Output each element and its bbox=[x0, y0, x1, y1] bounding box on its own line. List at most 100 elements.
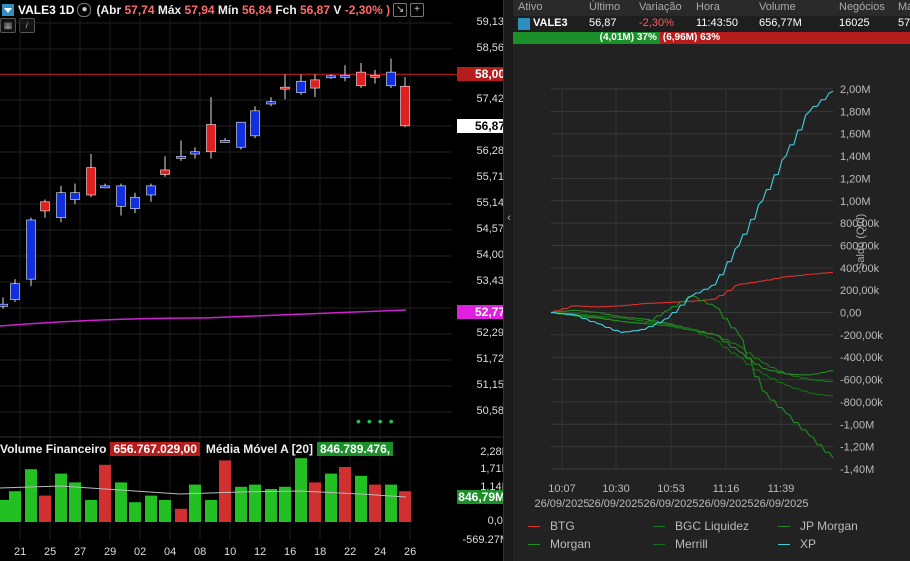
series-line-morgan bbox=[550, 295, 834, 459]
volume-bar bbox=[175, 508, 187, 522]
candle-body bbox=[26, 219, 36, 280]
legend-swatch bbox=[528, 543, 540, 545]
legend-swatch bbox=[653, 525, 665, 527]
y-tick: -1,20M bbox=[840, 442, 874, 454]
chart-symbol[interactable]: VALE3 1D bbox=[18, 3, 74, 17]
date-tick: 04 bbox=[164, 546, 177, 558]
level-price-label: 58,00 bbox=[457, 67, 509, 82]
abr-value: 57,74 bbox=[124, 3, 155, 17]
legend-label: XP bbox=[800, 537, 817, 551]
volume-bar bbox=[9, 491, 21, 522]
var-value: -2,30% ) bbox=[344, 3, 391, 17]
candle-body bbox=[310, 79, 320, 89]
settings-icon[interactable]: ● bbox=[77, 3, 92, 17]
collapse-chevron-icon[interactable]: ‹ bbox=[505, 210, 513, 226]
volume-bar bbox=[205, 500, 217, 522]
series-line-merrill bbox=[550, 311, 834, 397]
price-tick: 50,58 bbox=[476, 405, 504, 417]
var-label: V bbox=[333, 3, 342, 17]
date-tick: 10 bbox=[224, 546, 237, 558]
chart-toolbar: ▦ / bbox=[0, 18, 38, 33]
candle-body bbox=[190, 151, 200, 155]
candle-body bbox=[356, 71, 366, 87]
price-tick: 52,29 bbox=[476, 327, 504, 339]
volume-bar bbox=[309, 482, 321, 522]
volume-ma-value: 846.789.476, bbox=[317, 442, 394, 456]
price-tick: 51,72 bbox=[476, 353, 504, 365]
legend-swatch bbox=[528, 525, 540, 527]
y-tick: 1,80M bbox=[840, 106, 871, 118]
candle-body bbox=[250, 110, 260, 137]
legend-item[interactable]: BGC Liquidez bbox=[653, 519, 749, 533]
add-icon[interactable]: + bbox=[410, 3, 425, 17]
volume-bar bbox=[295, 458, 307, 522]
volume-value: 656.767.029,00 bbox=[110, 442, 200, 456]
price-tick: 51,15 bbox=[476, 379, 504, 391]
broker-balance-chart: 2,00M1,80M1,60M1,40M1,20M1,00M800,00k600… bbox=[534, 84, 883, 510]
max-value: 57,94 bbox=[184, 3, 215, 17]
volume-bar bbox=[85, 500, 97, 522]
legend-label: JP Morgan bbox=[800, 519, 858, 533]
candle-body bbox=[10, 283, 20, 300]
price-tick: 53,43 bbox=[476, 275, 504, 287]
volume-tick: -569.27M bbox=[462, 534, 509, 546]
legend-item[interactable]: BTG bbox=[528, 519, 575, 533]
volume-bar bbox=[279, 486, 291, 522]
candle-body bbox=[236, 121, 246, 148]
minimize-icon[interactable]: ↘ bbox=[393, 3, 408, 17]
legend-swatch bbox=[778, 525, 790, 527]
y-tick: 1,20M bbox=[840, 173, 871, 185]
price-chart bbox=[0, 18, 513, 540]
min-value: 56,84 bbox=[241, 3, 272, 17]
y-tick: 1,60M bbox=[840, 129, 871, 141]
series-line-bgc-liquidez bbox=[550, 311, 834, 383]
max-label: Máx bbox=[157, 3, 182, 17]
volume-tick: 2,28B bbox=[480, 446, 509, 458]
x-tick-date: 26/09/2025 bbox=[698, 498, 753, 510]
legend-item[interactable]: Merrill bbox=[653, 537, 708, 551]
legend-item[interactable]: JP Morgan bbox=[778, 519, 858, 533]
candle-body bbox=[70, 192, 80, 200]
volume-bar bbox=[145, 495, 157, 522]
price-tick: 58,56 bbox=[476, 42, 504, 54]
candle-body bbox=[56, 192, 66, 219]
moving-average-label: 52,77 bbox=[457, 305, 509, 319]
volume-bar bbox=[159, 500, 171, 522]
y-tick: 200,00k bbox=[840, 285, 880, 297]
indicators-icon[interactable]: ▦ bbox=[0, 18, 16, 33]
date-tick: 25 bbox=[44, 546, 57, 558]
volume-ma-label: 846,79M bbox=[457, 490, 509, 504]
legend-item[interactable]: XP bbox=[778, 537, 816, 551]
y-tick: -1,00M bbox=[840, 419, 874, 431]
x-tick-time: 10:53 bbox=[657, 483, 685, 495]
volume-ma-title: Média Móvel A [20] bbox=[205, 442, 314, 456]
candle-body bbox=[0, 303, 8, 307]
fch-value: 56,87 bbox=[300, 3, 331, 17]
volume-bar bbox=[219, 460, 231, 522]
x-tick-time: 10:30 bbox=[602, 483, 630, 495]
x-tick-date: 26/09/2025 bbox=[588, 498, 643, 510]
volume-bar bbox=[339, 467, 351, 522]
moving-average-line bbox=[0, 309, 407, 327]
date-tick: 16 bbox=[284, 546, 297, 558]
broker-panel: AtivoÚltimoVariaçãoHoraVolumeNegóciosMá … bbox=[513, 0, 910, 561]
volume-bar bbox=[369, 484, 381, 522]
candlestick-panel[interactable]: VALE3 1D ● (Abr 57,74 Máx 57,94 Mín 56,8… bbox=[0, 0, 513, 561]
candle-body bbox=[280, 86, 290, 90]
drawing-icon[interactable]: / bbox=[19, 18, 35, 33]
min-label: Mín bbox=[217, 3, 239, 17]
candle-body bbox=[266, 101, 276, 105]
candle-body bbox=[386, 71, 396, 87]
price-tick: 55,14 bbox=[476, 197, 504, 209]
legend-label: BTG bbox=[550, 519, 575, 533]
candle-body bbox=[130, 196, 140, 209]
legend-swatch bbox=[778, 543, 790, 545]
chevron-down-icon[interactable] bbox=[2, 4, 14, 16]
legend-swatch bbox=[653, 543, 665, 545]
x-tick-time: 10:07 bbox=[548, 483, 576, 495]
volume-tick: 0,00 bbox=[487, 515, 509, 527]
legend-item[interactable]: Morgan bbox=[528, 537, 591, 551]
more-dots-icon[interactable]: •••• bbox=[356, 413, 400, 429]
candle-body bbox=[370, 75, 380, 78]
candle-body bbox=[100, 185, 110, 189]
